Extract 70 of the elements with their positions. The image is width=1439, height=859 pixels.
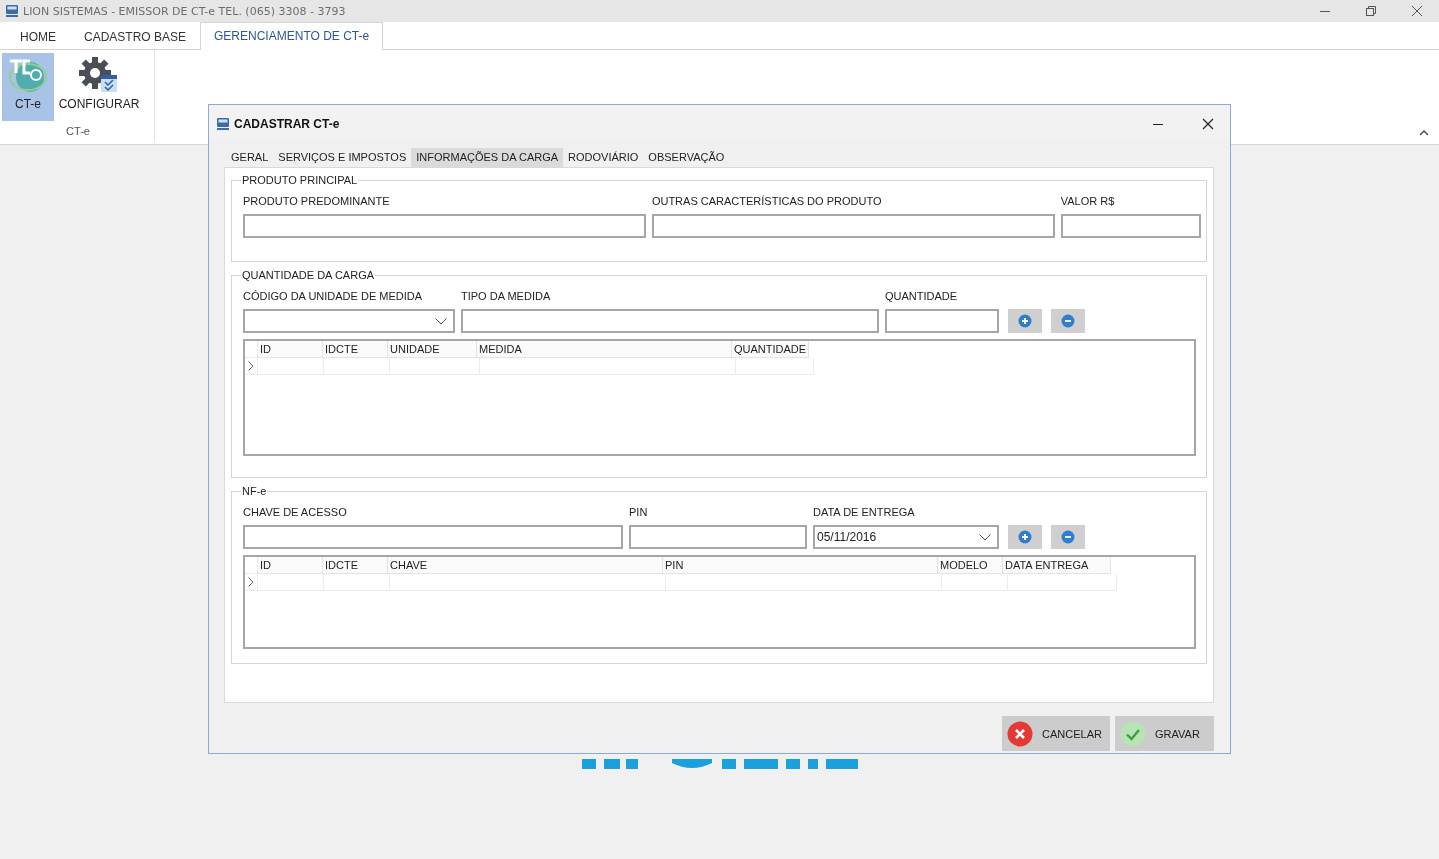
field-label: OUTRAS CARACTERÍSTICAS DO PRODUTO [651, 195, 883, 208]
field-label: PRODUTO PREDOMINANTE [243, 195, 391, 208]
collapse-caret-icon[interactable] [1419, 129, 1429, 136]
window-title: LION SISTEMAS - EMISSOR DE CT-e TEL. (065) 3308 - 3793 [23, 4, 346, 18]
minus-icon [1061, 314, 1075, 328]
close-icon [1007, 720, 1034, 747]
remove-button[interactable] [1051, 525, 1085, 549]
ribbon-button[interactable]: CT-e [2, 53, 54, 121]
table-cell [324, 358, 390, 375]
ribbon-tab[interactable]: HOME [6, 23, 70, 50]
column-header[interactable]: MEDIDA [477, 341, 732, 358]
plus-icon [1018, 314, 1032, 328]
group-title: QUANTIDADE DA CARGA [241, 269, 376, 282]
dropdown[interactable] [243, 309, 455, 333]
ribbon-button[interactable]: CONFIGURAR [59, 53, 139, 121]
field-label: CÓDIGO DA UNIDADE DE MEDIDA [243, 290, 424, 303]
cancel-button[interactable]: CANCELAR [1002, 716, 1110, 751]
button-label: CT-e [15, 97, 41, 111]
field-label: PIN [629, 506, 649, 519]
dialog-title: CADASTRAR CT-e [234, 116, 340, 131]
add-button[interactable] [1008, 525, 1042, 549]
group-title: NF-e [241, 485, 268, 498]
table-cell [258, 574, 324, 591]
column-header[interactable]: CHAVE [388, 557, 663, 574]
close-icon[interactable] [1411, 5, 1423, 17]
tab[interactable]: GERAL [226, 148, 274, 167]
column-header[interactable]: UNIDADE [388, 341, 477, 358]
input-field[interactable] [461, 309, 879, 333]
column-header[interactable]: IDCTE [323, 557, 388, 574]
button-label: CONFIGURAR [58, 97, 140, 111]
column-header[interactable]: QUANTIDADE [732, 341, 809, 358]
column-header[interactable]: IDCTE [323, 341, 388, 358]
field-label: CHAVE DE ACESSO [243, 506, 348, 519]
check-icon [1120, 720, 1146, 747]
column-header[interactable]: MODELO [938, 557, 1003, 574]
add-button[interactable] [1008, 309, 1042, 333]
input-field[interactable] [1060, 214, 1201, 238]
field-label: QUANTIDADE [885, 290, 959, 303]
minus-icon [1061, 530, 1075, 544]
field-label: DATA DE ENTREGA [813, 506, 916, 519]
date-dropdown[interactable]: 05/11/2016 [813, 525, 999, 549]
group-title: PRODUTO PRINCIPAL [241, 174, 359, 187]
restore-icon[interactable] [1365, 5, 1377, 17]
save-button[interactable]: GRAVAR [1115, 716, 1214, 751]
tab[interactable]: RODOVIÁRIO [563, 148, 644, 167]
column-header[interactable]: DATA ENTREGA [1003, 557, 1111, 574]
tab[interactable]: INFORMAÇÕES DA CARGA [411, 148, 564, 167]
caret-icon [979, 533, 991, 541]
input-field[interactable] [243, 525, 623, 549]
table-cell [258, 358, 324, 375]
input-field[interactable] [885, 309, 999, 333]
input-field[interactable] [629, 525, 807, 549]
close-icon[interactable] [1202, 117, 1214, 130]
table-cell [942, 574, 1008, 591]
input-field[interactable] [651, 214, 1055, 238]
column-header[interactable]: ID [258, 341, 323, 358]
plus-icon [1018, 530, 1032, 544]
remove-button[interactable] [1051, 309, 1085, 333]
field-label: VALOR R$ [1060, 195, 1116, 208]
ribbon-tab[interactable]: GERENCIAMENTO DE CT-e [200, 22, 384, 50]
table-cell [324, 574, 390, 591]
ribbon-tab[interactable]: CADASTRO BASE [70, 23, 201, 50]
tab[interactable]: SERVIÇOS E IMPOSTOS [273, 148, 412, 167]
tab[interactable]: OBSERVAÇÃO [643, 148, 730, 167]
column-header[interactable]: ID [258, 557, 323, 574]
column-header[interactable]: PIN [663, 557, 938, 574]
group-label: CT-e [65, 125, 91, 137]
caret-icon [435, 317, 447, 325]
input-field[interactable] [243, 214, 646, 238]
field-label: TIPO DA MEDIDA [461, 290, 552, 303]
